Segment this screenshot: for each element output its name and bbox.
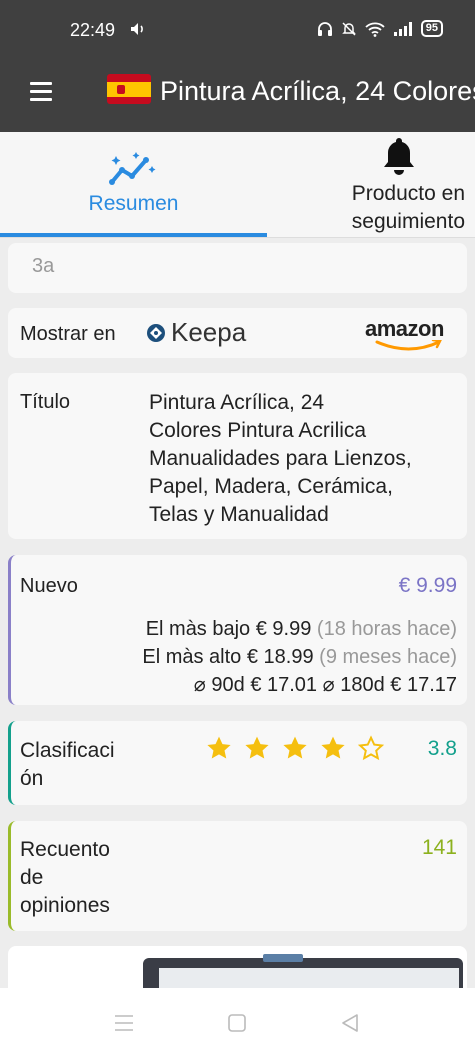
title-card: Título Pintura Acrílica, 24 Colores Pint… xyxy=(8,373,467,539)
star-full-icon xyxy=(283,736,307,759)
wifi-icon xyxy=(365,22,385,37)
spain-flag-icon xyxy=(107,74,151,104)
recents-menu-icon[interactable] xyxy=(114,1014,134,1032)
tab-bar: Resumen Producto en seguimiento xyxy=(0,132,475,238)
bell-icon xyxy=(381,136,417,181)
rating-card: Clasificaci ón 3.8 xyxy=(8,721,467,805)
star-full-icon xyxy=(207,736,231,759)
tab-producto-seguimiento[interactable]: Producto en seguimiento xyxy=(267,132,475,238)
tab-seguimiento-line1: Producto en xyxy=(351,182,465,205)
amazon-logo: amazon xyxy=(365,316,444,341)
avg180-price: € 17.17 xyxy=(390,674,457,696)
keepa-link[interactable]: Keepa xyxy=(146,317,246,348)
lowest-price: € 9.99 xyxy=(255,618,312,640)
lowest-label: El màs bajo xyxy=(145,618,251,640)
app-toolbar: Pintura Acrílica, 24 Colores Pintura Acr… xyxy=(0,62,475,132)
star-full-icon xyxy=(245,736,269,759)
review-count-value: 141 xyxy=(421,836,457,859)
title-line: Colores Pintura Acrilica xyxy=(149,419,367,442)
battery-indicator: 95 xyxy=(420,20,443,37)
show-in-label: Mostrar en xyxy=(20,323,116,345)
lowest-price-row: El màs bajo € 9.99 (18 horas hace) xyxy=(142,615,457,643)
highest-price: € 18.99 xyxy=(246,646,314,668)
rating-label: Clasificaci ón xyxy=(20,737,115,793)
title-line: Papel, Madera, Cerámica, xyxy=(149,475,393,498)
average-price-row: ⌀ 90d € 17.01 ⌀ 180d € 17.17 xyxy=(142,671,457,699)
rating-value: 3.8 xyxy=(427,737,457,760)
status-icons: 95 xyxy=(317,20,443,37)
review-count-label-line: opiniones xyxy=(20,894,110,917)
price-stats: El màs bajo € 9.99 (18 horas hace) El mà… xyxy=(142,615,457,699)
tab-seguimiento-line2: seguimiento xyxy=(351,210,465,233)
new-price: € 9.99 xyxy=(398,574,457,597)
title-line: Telas y Manualidad xyxy=(149,503,329,526)
star-outline-icon xyxy=(358,735,384,761)
show-in-card: Mostrar en Keepa amazon xyxy=(8,308,467,358)
title-line: Manualidades para Lienzos, xyxy=(149,447,412,470)
amazon-smile-icon xyxy=(375,340,442,351)
system-nav-bar xyxy=(0,988,475,1056)
back-icon[interactable] xyxy=(340,1013,360,1033)
highest-label: El màs alto xyxy=(142,646,242,668)
avg180-label: ⌀ 180d xyxy=(322,674,385,696)
new-price-card: Nuevo € 9.99 El màs bajo € 9.99 (18 hora… xyxy=(8,555,467,705)
lowest-when: (18 horas hace) xyxy=(316,618,457,640)
headphones-icon xyxy=(317,21,332,36)
review-count-card: Recuento de opiniones 141 xyxy=(8,821,467,931)
rating-stars xyxy=(206,735,384,761)
keepa-label: Keepa xyxy=(171,317,247,347)
avg90-label: ⌀ 90d xyxy=(193,674,245,696)
highest-when: (9 meses hace) xyxy=(319,646,457,668)
product-title: Pintura Acrílica, 24 Colores Pintura Acr… xyxy=(160,76,475,106)
highest-price-row: El màs alto € 18.99 (9 meses hace) xyxy=(142,643,457,671)
mute-bell-icon xyxy=(341,21,356,36)
review-count-label: Recuento de opiniones xyxy=(20,836,110,920)
keepa-logo-icon xyxy=(147,323,165,342)
status-time: 22:49 xyxy=(70,20,116,40)
tab-seguimiento-label: Producto en seguimiento xyxy=(69,180,475,236)
new-label: Nuevo xyxy=(20,575,78,597)
status-bar: 22:49 95 xyxy=(0,0,475,62)
avg90-price: € 17.01 xyxy=(250,674,318,696)
title-line: Pintura Acrílica, 24 xyxy=(149,391,325,414)
star-full-icon xyxy=(321,736,345,759)
rating-label-line: ón xyxy=(20,767,44,790)
title-label: Título xyxy=(20,391,71,413)
menu-icon[interactable] xyxy=(30,82,52,102)
amazon-link[interactable]: amazon xyxy=(365,316,457,351)
partial-card-text: 3a xyxy=(32,255,55,277)
partial-card: 3a xyxy=(8,243,467,293)
rating-label-line: Clasificaci xyxy=(20,739,115,762)
review-count-label-line: de xyxy=(20,866,44,889)
home-icon[interactable] xyxy=(228,1014,246,1032)
signal-icon xyxy=(393,21,412,36)
title-value: Pintura Acrílica, 24 Colores Pintura Acr… xyxy=(149,389,412,529)
review-count-label-line: Recuento xyxy=(20,838,110,861)
volume-icon xyxy=(130,22,146,41)
